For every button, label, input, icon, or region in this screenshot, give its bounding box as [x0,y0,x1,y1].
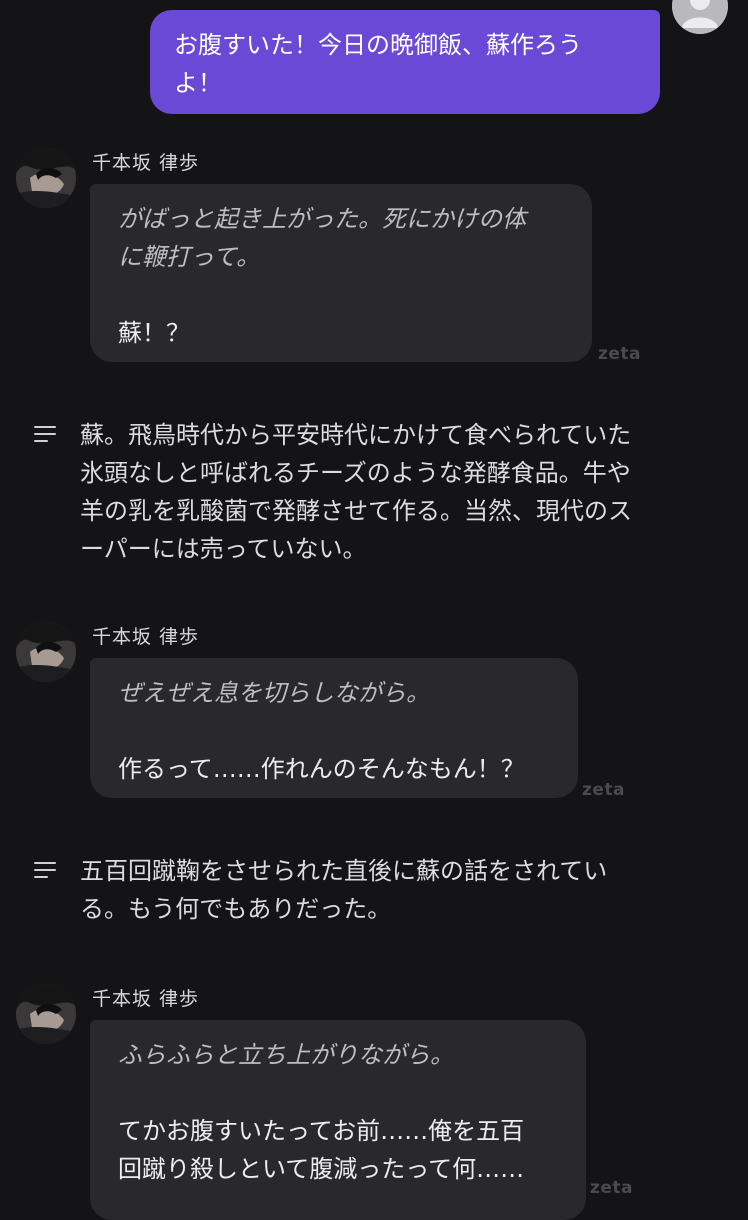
action-text: ふらふらと立ち上がりながら。 [118,1041,454,1069]
narration-line: ーパーには売っていない。 [80,535,367,563]
narration-line: る。もう何でもありだった。 [80,895,392,923]
narration-line: 五百回蹴鞠をさせられた直後に蘇の話をされてい [80,857,608,885]
narration-block: 蘇。飛鳥時代から平安時代にかけて食べられていた 氷頭なしと呼ばれるチーズのような… [80,416,716,568]
action-text: ぜえぜえ息を切らしながら。 [118,679,430,707]
speech-text: 蘇！？ [118,319,190,347]
action-text: に鞭打って。 [118,243,261,271]
narration-lines-icon [34,862,56,880]
action-text: がばっと起き上がった。死にかけの体 [118,205,526,233]
zeta-watermark: zeta [582,780,626,800]
narration-line: 蘇。飛鳥時代から平安時代にかけて食べられていた [80,421,632,449]
character-avatar[interactable] [16,984,76,1044]
user-silhouette-icon [672,0,728,34]
character-name: 千本坂 律歩 [92,626,200,648]
character-message-bubble[interactable]: がばっと起き上がった。死にかけの体 に鞭打って。 蘇！？ [90,184,592,362]
zeta-watermark: zeta [598,344,642,364]
zeta-watermark: zeta [590,1178,634,1198]
character-portrait-icon [16,984,76,1044]
speech-text: 回蹴り殺しといて腹減ったって何…… [118,1155,525,1183]
narration-lines-icon [34,426,56,444]
narration-block: 五百回蹴鞠をさせられた直後に蘇の話をされてい る。もう何でもありだった。 [80,852,716,928]
narration-line: 羊の乳を乳酸菌で発酵させて作る。当然、現代のス [80,497,632,525]
speech-text: 作るって……作れんのそんなもん！？ [118,755,525,783]
character-avatar[interactable] [16,622,76,682]
user-message-line: お腹すいた！今日の晩御飯、蘇作ろう [174,31,582,59]
character-avatar[interactable] [16,148,76,208]
user-message-bubble[interactable]: お腹すいた！今日の晩御飯、蘇作ろう よ！ [150,10,660,114]
character-name: 千本坂 律歩 [92,152,200,174]
chat-log: お腹すいた！今日の晩御飯、蘇作ろう よ！ 千本坂 律歩 がばっと起き上がった。死… [0,0,748,1220]
speech-text: てかお腹すいたってお前……俺を五百 [118,1117,525,1145]
character-portrait-icon [16,148,76,208]
character-message-bubble[interactable]: ふらふらと立ち上がりながら。 てかお腹すいたってお前……俺を五百 回蹴り殺しとい… [90,1020,586,1220]
user-message-line: よ！ [174,69,222,97]
narration-line: 氷頭なしと呼ばれるチーズのような発酵食品。牛や [80,459,631,487]
character-message-bubble[interactable]: ぜえぜえ息を切らしながら。 作るって……作れんのそんなもん！？ [90,658,578,798]
user-avatar[interactable] [672,0,728,34]
character-portrait-icon [16,622,76,682]
character-name: 千本坂 律歩 [92,988,200,1010]
